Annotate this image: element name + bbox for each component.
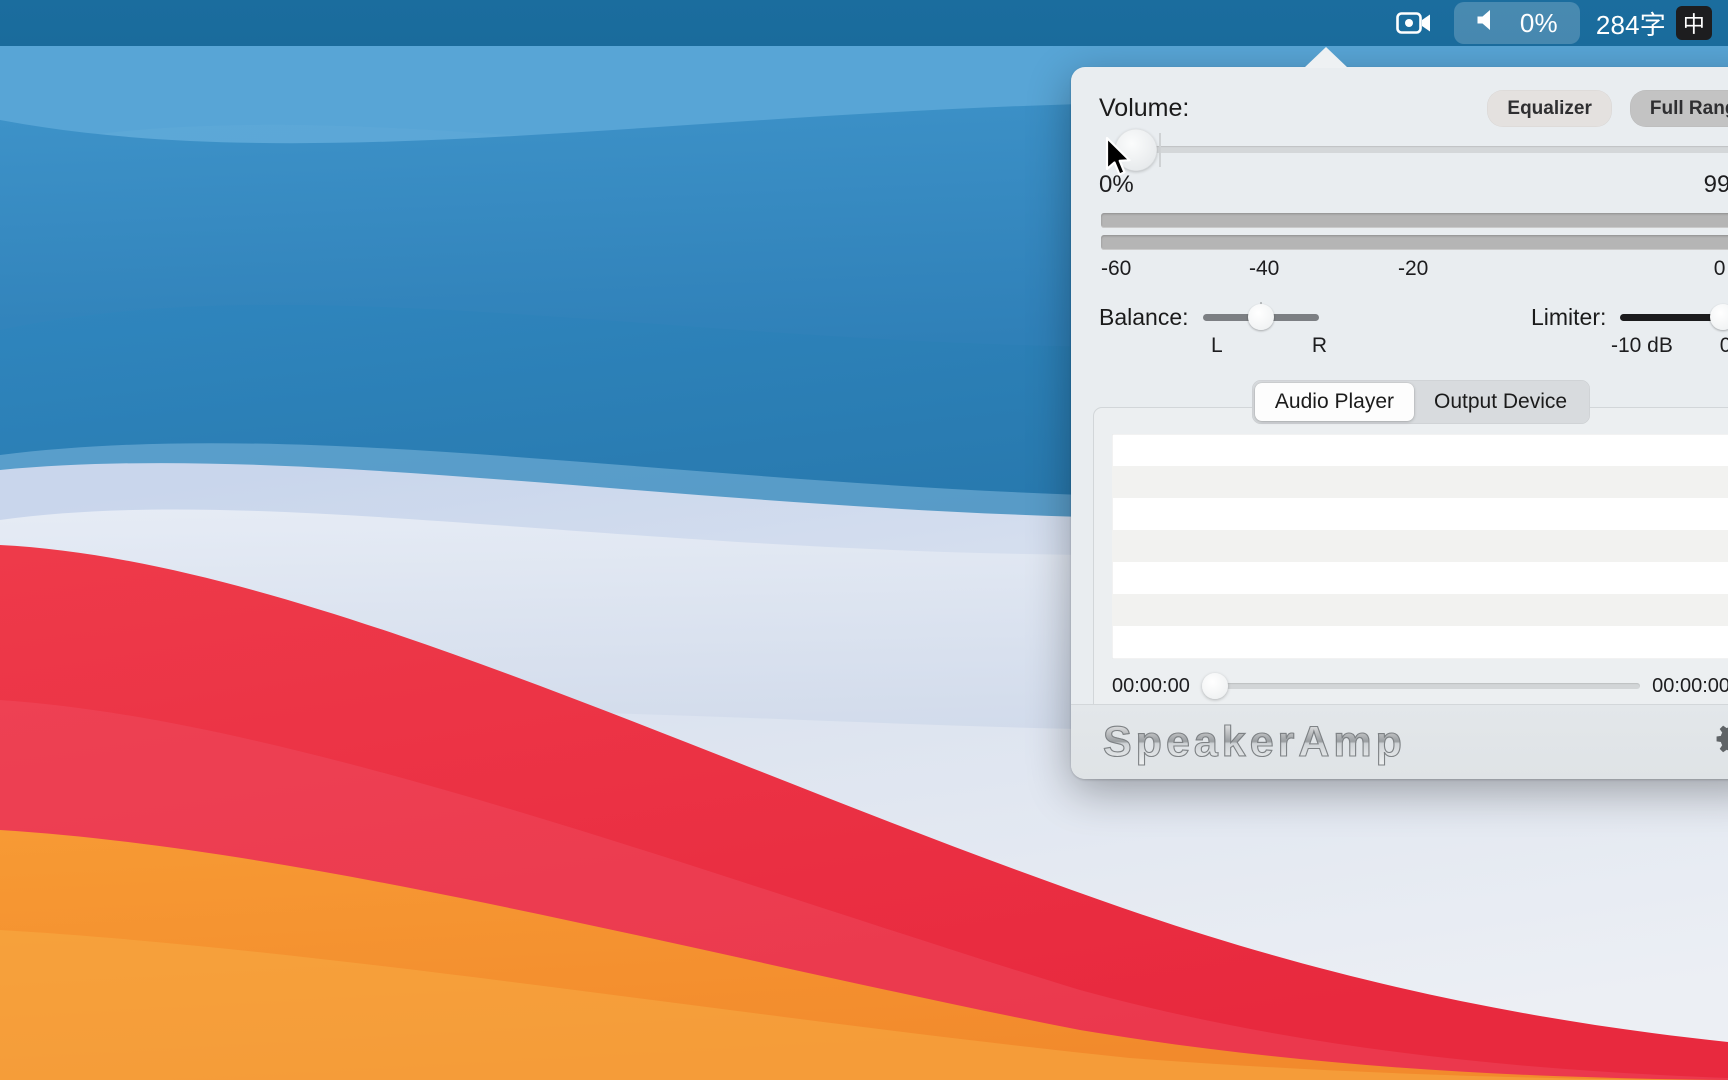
volume-max-label: 999% (1703, 171, 1728, 198)
input-method-badge[interactable]: 中 (1676, 6, 1712, 40)
volume-menu-item[interactable]: 0% (1453, 2, 1580, 44)
limiter-slider[interactable] (1620, 303, 1728, 331)
seek-slider[interactable] (1201, 673, 1641, 699)
menu-bar: 0% 284字 中 (0, 0, 1728, 46)
equalizer-button[interactable]: Equalizer (1487, 89, 1612, 127)
volume-label: Volume: (1099, 93, 1190, 122)
volume-slider-tick (1159, 133, 1161, 167)
seek-row: 00:00:00 00:00:00 (1112, 673, 1728, 699)
elapsed-time: 00:00:00 (1112, 674, 1190, 697)
mouse-cursor (1105, 136, 1131, 176)
volume-slider[interactable] (1097, 129, 1728, 171)
remaining-time: 00:00:00 (1652, 674, 1728, 697)
limiter-max-label: 0 dB (1719, 334, 1728, 357)
gear-icon[interactable] (1713, 720, 1728, 765)
db-tick-0: 0 dB (1713, 257, 1728, 280)
db-tick-40: -40 (1249, 257, 1280, 280)
screen-recording-icon[interactable] (1396, 2, 1432, 44)
balance-limiter-row: Balance: L R Limiter: -10 dB 0 (1071, 302, 1728, 358)
vu-meter-left (1101, 213, 1728, 228)
playlist[interactable] (1112, 434, 1728, 659)
app-brand-title: SpeakerAmp (1102, 717, 1406, 766)
player-tabs: Audio Player Output Device (1071, 380, 1728, 424)
playlist-row[interactable] (1112, 466, 1728, 498)
playlist-row[interactable] (1112, 626, 1728, 658)
db-tick-20: -20 (1398, 257, 1429, 280)
speakeramp-popover: Volume: Equalizer Full Range 0% 999% -60… (1071, 67, 1728, 779)
db-tick-60: -60 (1101, 257, 1132, 280)
vu-meter-right (1101, 235, 1728, 250)
volume-percent-label: 0% (1519, 7, 1558, 38)
volume-header-row: Volume: Equalizer Full Range (1071, 67, 1728, 127)
volume-slider-track[interactable] (1127, 146, 1728, 153)
full-range-button[interactable]: Full Range (1629, 89, 1728, 127)
balance-left-label: L (1211, 334, 1223, 357)
seek-slider-track[interactable] (1201, 683, 1641, 689)
limiter-min-label: -10 dB (1611, 334, 1673, 357)
playlist-row[interactable] (1112, 498, 1728, 530)
balance-slider-knob[interactable] (1247, 304, 1274, 330)
balance-label: Balance: (1099, 303, 1189, 330)
db-scale: -60 -40 -20 0 dB (1101, 257, 1728, 287)
volume-range-labels: 0% 999% (1071, 169, 1728, 199)
balance-group: Balance: L R (1099, 302, 1327, 358)
balance-slider[interactable] (1202, 302, 1319, 331)
popover-arrow (1304, 47, 1348, 68)
tab-output-device[interactable]: Output Device (1414, 383, 1587, 421)
tab-audio-player[interactable]: Audio Player (1254, 383, 1414, 421)
input-character-count: 284字 (1595, 9, 1666, 40)
limiter-group: Limiter: -10 dB 0 dB (1531, 303, 1728, 358)
limiter-label: Limiter: (1531, 303, 1607, 330)
playlist-row[interactable] (1112, 562, 1728, 594)
playlist-row[interactable] (1112, 434, 1728, 466)
header-buttons: Equalizer Full Range (1487, 89, 1728, 127)
vu-meters (1101, 213, 1728, 250)
playlist-row[interactable] (1112, 530, 1728, 562)
app-footer: SpeakerAmp (1071, 704, 1728, 779)
seek-slider-knob[interactable] (1201, 673, 1228, 699)
tab-segmented-control: Audio Player Output Device (1251, 380, 1591, 424)
limiter-slider-knob[interactable] (1710, 304, 1728, 330)
input-method-group[interactable]: 284字 中 (1596, 2, 1712, 44)
balance-right-label: R (1311, 334, 1327, 357)
speaker-icon (1476, 8, 1506, 39)
playlist-row[interactable] (1112, 594, 1728, 626)
